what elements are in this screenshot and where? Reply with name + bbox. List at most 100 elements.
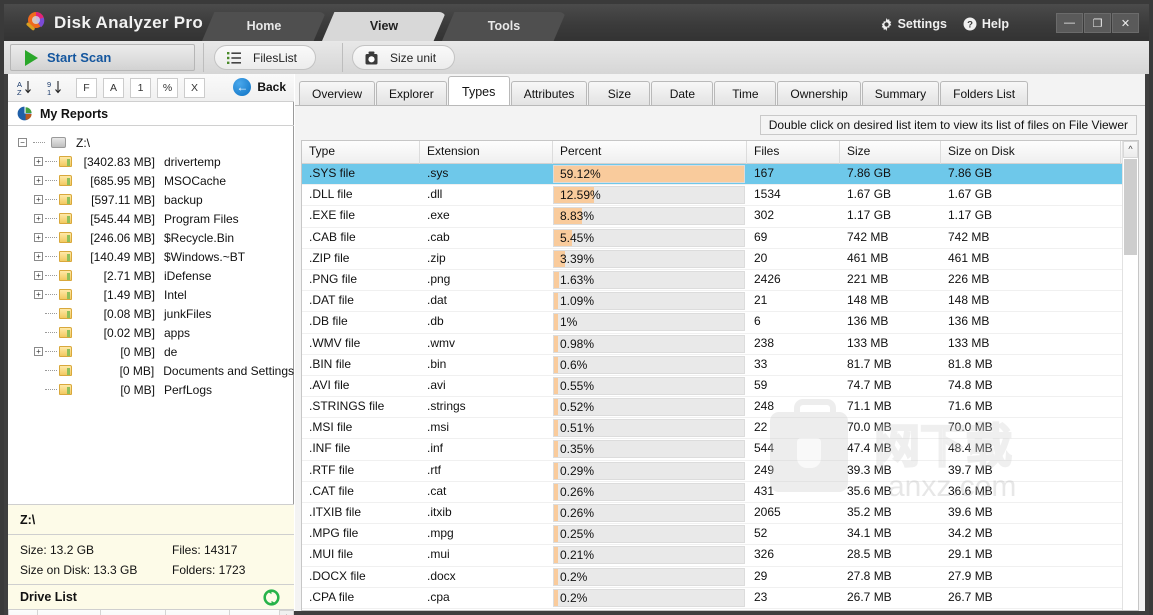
drive-col-header[interactable]: Capacity [99,610,167,615]
tab-ownership[interactable]: Ownership [777,81,861,106]
tree-item[interactable]: + [1.49 MB] Intel [8,285,294,304]
grid-scrollbar[interactable]: ^ [1122,141,1138,610]
tab-folders-list[interactable]: Folders List [940,81,1029,106]
folder-tree[interactable]: − Z:\ + [3402.83 MB] drivertemp + [685.95 MB… [8,127,294,504]
tree-item[interactable]: + [685.95 MB] MSOCache [8,171,294,190]
cell-size-on-disk: 148 MB [948,293,990,308]
files-list-button[interactable]: FilesList [214,45,317,70]
drive-col-header[interactable] [8,610,38,615]
table-row[interactable]: .DOCX file .docx 0.2% 29 27.8 MB 27.9 MB [302,567,1138,588]
table-row[interactable]: .MUI file .mui 0.21% 326 28.5 MB 29.1 MB [302,545,1138,567]
table-row[interactable]: .PNG file .png 1.63% 2426 221 MB 226 MB [302,270,1138,292]
tab-date[interactable]: Date [651,81,714,106]
sort-91-button[interactable]: 9 1 [46,78,68,98]
tab-attributes[interactable]: Attributes [510,81,588,106]
table-row[interactable]: .MSI file .msi 0.51% 22 70.0 MB 70.0 MB [302,418,1138,440]
table-row[interactable]: .AVI file .avi 0.55% 59 74.7 MB 74.8 MB [302,376,1138,398]
expand-toggle-icon[interactable]: + [34,195,43,204]
filter-1-button[interactable]: 1 [130,78,151,98]
help-button[interactable]: ? Help [963,17,1009,31]
grid-col-header[interactable]: Extension [420,141,553,164]
drive-list-table[interactable]: DriveCapacityUsageFree C:\97.6 GB100%16.… [8,610,295,615]
percent-bar: 0.51% [553,419,745,438]
expand-toggle-icon[interactable]: + [34,271,43,280]
table-row[interactable]: .DAT file .dat 1.09% 21 148 MB 148 MB [302,291,1138,313]
table-row[interactable]: .LRC file.lrc0.18%5823.8 MB24.0 MB [302,609,1138,610]
table-row[interactable]: .CAT file .cat 0.26% 431 35.6 MB 36.6 MB [302,482,1138,503]
tree-item[interactable]: + [0 MB] de [8,342,294,361]
tree-item[interactable]: [0 MB] PerfLogs [8,380,294,399]
table-row[interactable]: .CPA file .cpa 0.2% 23 26.7 MB 26.7 MB [302,588,1138,609]
back-button[interactable]: ← Back [233,78,286,96]
expand-toggle-icon[interactable]: + [34,233,43,242]
collapse-toggle-icon[interactable]: − [18,138,27,147]
tree-item[interactable]: [0.02 MB] apps [8,323,294,342]
my-reports-header[interactable]: My Reports [8,102,294,126]
tree-root-node[interactable]: − Z:\ [8,133,294,152]
tree-item[interactable]: + [545.44 MB] Program Files [8,209,294,228]
tree-item[interactable]: [0 MB] Documents and Settings [8,361,294,380]
tab-time[interactable]: Time [714,81,777,106]
tree-item[interactable]: + [3402.83 MB] drivertemp [8,152,294,171]
table-row[interactable]: .BIN file .bin 0.6% 33 81.7 MB 81.8 MB [302,355,1138,376]
file-types-grid[interactable]: Type Extension Percent Files Size Size on Dis… [301,140,1139,611]
tab-explorer[interactable]: Explorer [376,81,447,106]
table-row[interactable]: .MPG file .mpg 0.25% 52 34.1 MB 34.2 MB [302,524,1138,546]
drive-list-header: Drive List [8,585,294,610]
sort-az-button[interactable]: A Z [16,78,38,98]
ribbon-tab-tools[interactable]: Tools [442,12,566,41]
drive-col-header[interactable]: Drive [37,610,101,615]
grid-scroll-up-icon[interactable]: ^ [1123,141,1138,158]
refresh-icon[interactable] [263,589,280,606]
maximize-button[interactable]: ❐ [1084,13,1111,33]
tree-item[interactable]: [0.08 MB] junkFiles [8,304,294,323]
table-row[interactable]: .ZIP file .zip 3.39% 20 461 MB 461 MB [302,249,1138,270]
drive-list-scrollbar[interactable]: ^ [279,610,294,615]
expand-toggle-icon[interactable]: + [34,214,43,223]
size-unit-button[interactable]: Size unit [352,45,456,70]
start-scan-button[interactable]: Start Scan [10,44,195,71]
filter-x-button[interactable]: X [184,78,205,98]
expand-toggle-icon[interactable]: + [34,347,43,356]
table-row[interactable]: .CAB file .cab 5.45% 69 742 MB 742 MB [302,228,1138,249]
table-row[interactable]: .DLL file .dll 12.59% 1534 1.67 GB 1.67 GB [302,185,1138,207]
table-row[interactable]: .INF file .inf 0.35% 544 47.4 MB 48.4 MB [302,439,1138,461]
grid-col-header[interactable]: Type [302,141,420,164]
expand-toggle-icon[interactable]: + [34,252,43,261]
tab-summary[interactable]: Summary [861,81,940,106]
grid-col-header[interactable]: Files [747,141,840,164]
scroll-up-icon[interactable]: ^ [280,611,293,615]
table-row[interactable]: .DB file .db 1% 6 136 MB 136 MB [302,312,1138,334]
close-button[interactable]: ✕ [1112,13,1139,33]
tab-size[interactable]: Size [588,81,651,106]
grid-col-header[interactable]: Size on Disk [941,141,1121,164]
tab-label: Date [669,87,696,101]
filter-f-button[interactable]: F [76,78,97,98]
table-row[interactable]: .STRINGS file .strings 0.52% 248 71.1 MB 71.6… [302,397,1138,419]
tree-item[interactable]: + [246.06 MB] $Recycle.Bin [8,228,294,247]
minimize-button[interactable]: — [1056,13,1083,33]
tree-item[interactable]: + [2.71 MB] iDefense [8,266,294,285]
tree-item[interactable]: + [597.11 MB] backup [8,190,294,209]
table-row[interactable]: .SYS file .sys 59.12% 167 7.86 GB 7.86 GB [302,164,1138,186]
expand-toggle-icon[interactable]: + [34,290,43,299]
table-row[interactable]: .ITXIB file .itxib 0.26% 2065 35.2 MB 39.6 MB [302,503,1138,525]
grid-col-header[interactable]: Percent [553,141,747,164]
table-row[interactable]: .WMV file .wmv 0.98% 238 133 MB 133 MB [302,334,1138,355]
ribbon-tab-view[interactable]: View [322,12,446,41]
tree-item[interactable]: + [140.49 MB] $Windows.~BT [8,247,294,266]
table-row[interactable]: .RTF file .rtf 0.29% 249 39.3 MB 39.7 MB [302,461,1138,482]
table-row[interactable]: .EXE file .exe 8.83% 302 1.17 GB 1.17 GB [302,206,1138,228]
grid-col-header[interactable]: Size [840,141,941,164]
filter-a-button[interactable]: A [103,78,124,98]
tab-overview[interactable]: Overview [299,81,376,106]
grid-scroll-thumb[interactable] [1124,159,1137,255]
expand-toggle-icon[interactable]: + [34,176,43,185]
drive-col-header[interactable]: Usage [165,610,230,615]
play-icon [25,49,38,66]
tab-types[interactable]: Types [447,76,510,106]
ribbon-tab-home[interactable]: Home [202,12,326,41]
settings-button[interactable]: Settings [880,17,947,31]
filter-percent-button[interactable]: % [157,78,178,98]
expand-toggle-icon[interactable]: + [34,157,43,166]
